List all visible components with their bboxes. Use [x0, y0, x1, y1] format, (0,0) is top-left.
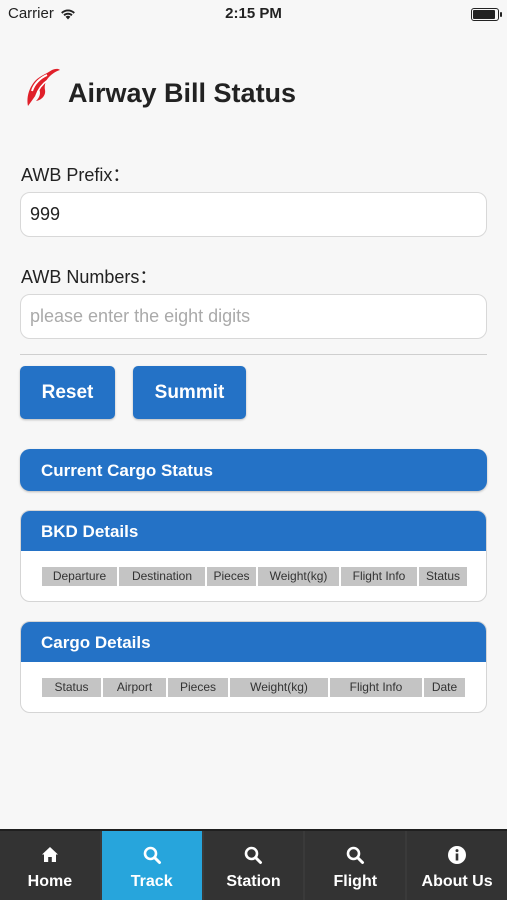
tab-home-label: Home — [27, 873, 73, 890]
awb-prefix-label: AWB Prefix： — [21, 165, 131, 185]
cargo-details-header-row: Status Airport Pieces Weight(kg) Flight … — [42, 678, 486, 697]
tab-flight[interactable]: Flight — [305, 831, 406, 900]
bkd-details-panel: BKD Details Departure Destination Pieces… — [20, 510, 487, 602]
current-cargo-status-bar[interactable]: Current Cargo Status — [20, 449, 487, 491]
cargo-details-panel: Cargo Details Status Airport Pieces Weig… — [20, 621, 487, 713]
awb-numbers-label: AWB Numbers： — [21, 267, 158, 287]
tab-station-label: Station — [226, 873, 281, 890]
column-header: Destination — [119, 567, 205, 586]
tab-bar: Home Track Station Flight About Us — [0, 829, 507, 900]
clock: 2:15 PM — [225, 5, 282, 22]
page-title: Airway Bill Status — [68, 78, 297, 108]
search-icon — [245, 846, 263, 864]
column-header: Date — [424, 678, 465, 697]
bkd-details-title: BKD Details — [21, 511, 486, 551]
tab-about-us[interactable]: About Us — [407, 831, 507, 900]
header: Airway Bill Status — [22, 66, 296, 108]
awb-prefix-input[interactable] — [20, 192, 487, 237]
bkd-details-header-row: Departure Destination Pieces Weight(kg) … — [42, 567, 486, 586]
air-china-logo — [27, 68, 60, 106]
info-icon — [448, 846, 467, 864]
battery-icon — [471, 8, 502, 21]
tab-station[interactable]: Station — [203, 831, 304, 900]
tab-track-label: Track — [130, 873, 173, 890]
column-header: Pieces — [207, 567, 256, 586]
cargo-details-title: Cargo Details — [21, 622, 486, 662]
column-header: Status — [42, 678, 101, 697]
submit-button[interactable]: Summit — [133, 366, 246, 419]
tab-home[interactable]: Home — [0, 831, 100, 900]
divider — [20, 354, 487, 355]
column-header: Status — [419, 567, 467, 586]
battery-level — [473, 10, 495, 19]
tab-flight-label: Flight — [333, 873, 378, 890]
awb-numbers-input[interactable] — [20, 294, 487, 339]
home-icon — [41, 847, 58, 862]
column-header: Flight Info — [341, 567, 417, 586]
column-header: Flight Info — [330, 678, 422, 697]
tab-track[interactable]: Track — [101, 831, 202, 900]
search-icon — [346, 846, 365, 864]
column-header: Weight(kg) — [230, 678, 328, 697]
tab-about-us-label: About Us — [421, 873, 493, 890]
column-header: Pieces — [168, 678, 228, 697]
search-icon — [143, 846, 161, 864]
column-header: Departure — [42, 567, 117, 586]
status-bar: Carrier 2:15 PM — [0, 0, 507, 28]
column-header: Airport — [103, 678, 166, 697]
column-header: Weight(kg) — [258, 567, 339, 586]
reset-button[interactable]: Reset — [20, 366, 115, 419]
